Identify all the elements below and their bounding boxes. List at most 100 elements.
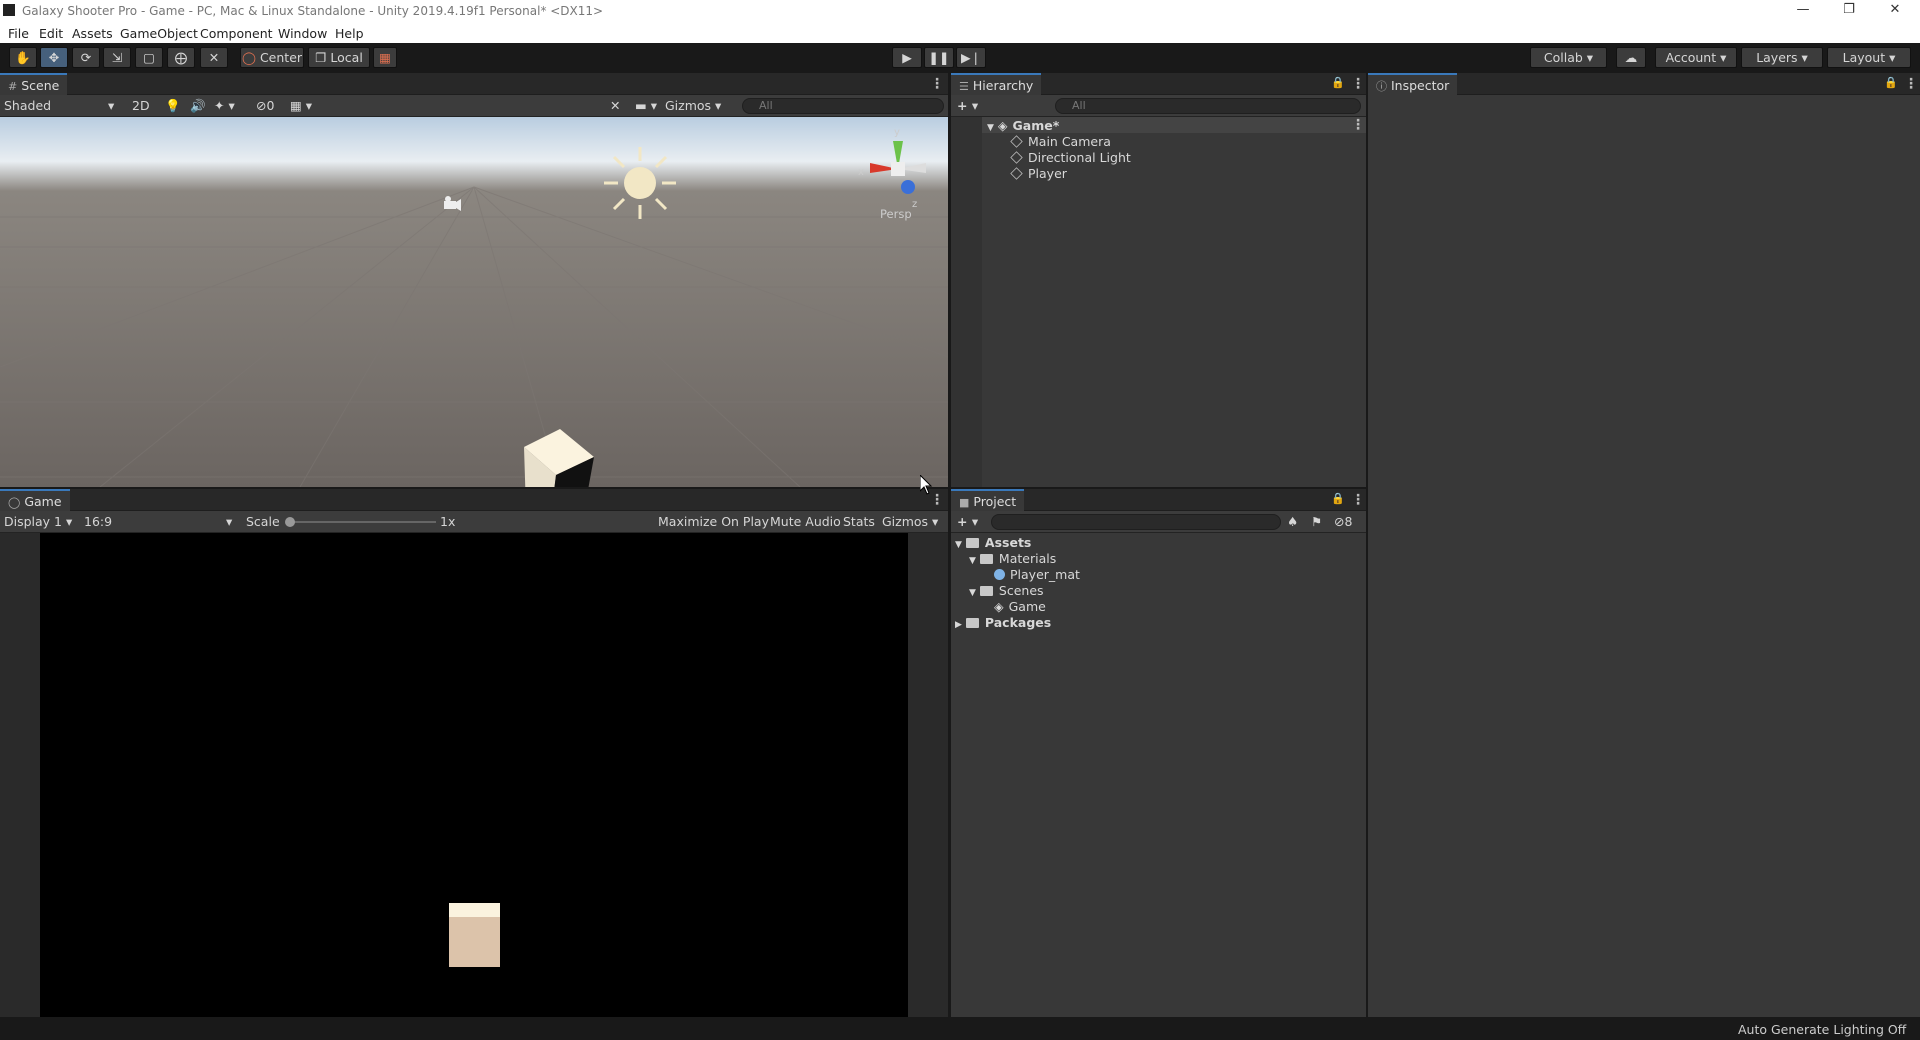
project-tab-bar: ■ Project 🔒 ⋮	[951, 489, 1366, 511]
menu-edit[interactable]: Edit	[39, 26, 63, 41]
expand-arrow-icon[interactable]: ▼	[987, 123, 994, 133]
cloud-button[interactable]: ☁	[1616, 47, 1646, 68]
effects-dropdown-icon[interactable]: ✦ ▾	[214, 98, 235, 113]
lighting-toggle-icon[interactable]: 💡	[165, 98, 181, 114]
layers-label: Layers	[1756, 50, 1798, 65]
menu-window[interactable]: Window	[278, 26, 327, 41]
aspect-dropdown[interactable]: 16:9 ▾	[84, 514, 234, 529]
hierarchy-search-input[interactable]: All	[1055, 98, 1361, 114]
project-item-game-scene[interactable]: ◈ Game	[994, 599, 1046, 614]
expand-arrow-icon[interactable]: ▼	[969, 556, 976, 566]
pause-button[interactable]: ❚❚	[924, 47, 954, 68]
pivot-center-button[interactable]: ◯ Center	[240, 47, 304, 68]
menu-help[interactable]: Help	[335, 26, 364, 41]
search-by-type-icon[interactable]: ♠	[1287, 514, 1298, 529]
scale-slider[interactable]	[285, 517, 436, 527]
project-search-input[interactable]	[991, 514, 1281, 530]
tools-icon[interactable]: ✕	[610, 98, 620, 113]
expand-arrow-icon[interactable]: ▼	[969, 588, 976, 598]
scene-menu-icon[interactable]: ⋮	[930, 76, 944, 92]
hierarchy-root[interactable]: ▼ ◈ Game*	[987, 118, 1059, 133]
stats-toggle[interactable]: Stats	[843, 514, 875, 529]
game-gizmos-dropdown[interactable]: Gizmos ▾	[882, 514, 938, 529]
project-add-button[interactable]: + ▾	[957, 514, 978, 529]
gameobject-icon	[1010, 151, 1023, 164]
restore-icon[interactable]: ❐	[1826, 2, 1872, 17]
hierarchy-item-player[interactable]: Player	[1010, 166, 1067, 181]
space-local-button[interactable]: ❐ Local	[308, 47, 370, 68]
hierarchy-root-menu-icon[interactable]: ⋮	[1351, 117, 1365, 133]
hierarchy-item-main-camera[interactable]: Main Camera	[1010, 134, 1111, 149]
play-button[interactable]: ▶	[892, 47, 922, 68]
layers-dropdown[interactable]: Layers ▾	[1741, 47, 1823, 68]
rotate-tool-icon[interactable]: ⟳	[72, 47, 100, 68]
hand-tool-icon[interactable]: ✋	[9, 47, 37, 68]
mute-audio-toggle[interactable]: Mute Audio	[770, 514, 841, 529]
menu-component[interactable]: Component	[200, 26, 273, 41]
search-by-label-icon[interactable]: ⚑	[1311, 514, 1322, 529]
scale-tool-icon[interactable]: ⇲	[103, 47, 131, 68]
hierarchy-add-button[interactable]: + ▾	[957, 98, 978, 113]
persp-label[interactable]: Persp	[880, 207, 912, 221]
snap-grid-icon[interactable]: ▦	[373, 47, 397, 68]
expand-arrow-icon[interactable]: ▼	[955, 540, 962, 550]
layout-dropdown[interactable]: Layout ▾	[1827, 47, 1911, 68]
cloud-icon: ☁	[1624, 50, 1638, 65]
tab-hierarchy[interactable]: ☰ Hierarchy	[951, 73, 1042, 95]
hierarchy-list-icon: ☰	[959, 80, 969, 93]
scale-slider-thumb[interactable]	[285, 517, 295, 527]
lighting-status[interactable]: Auto Generate Lighting Off	[1738, 1022, 1906, 1037]
hidden-packages-toggle[interactable]: ⊘8	[1334, 514, 1352, 529]
collapse-arrow-icon[interactable]: ▶	[955, 620, 962, 630]
mode-2d-toggle[interactable]: 2D	[132, 98, 150, 113]
maximize-on-play-toggle[interactable]: Maximize On Play	[658, 514, 769, 529]
material-sphere-icon	[994, 569, 1005, 580]
tab-inspector[interactable]: ⓘ Inspector	[1368, 73, 1458, 95]
collab-dropdown[interactable]: Collab ▾	[1530, 47, 1607, 68]
hierarchy-lock-icon[interactable]: 🔒	[1331, 76, 1345, 89]
space-label: Local	[330, 50, 363, 65]
custom-tool-icon[interactable]: ✕	[200, 47, 228, 68]
display-dropdown[interactable]: Display 1 ▾	[4, 514, 72, 529]
directional-light-icon[interactable]	[604, 147, 676, 219]
hidden-objects-toggle[interactable]: ⊘0	[256, 98, 274, 113]
menu-bar: File Edit Assets GameObject Component Wi…	[0, 23, 1920, 43]
project-menu-icon[interactable]: ⋮	[1351, 492, 1365, 508]
scene-viewport[interactable]: x y z Persp	[0, 117, 948, 487]
grid-dropdown-icon[interactable]: ▦ ▾	[290, 98, 312, 113]
camera-dropdown-icon[interactable]: ▬ ▾	[635, 98, 657, 113]
project-folder-scenes[interactable]: ▼ Scenes	[969, 583, 1044, 598]
hierarchy-item-directional-light[interactable]: Directional Light	[1010, 150, 1131, 165]
tab-game[interactable]: ◯ Game	[0, 489, 70, 511]
project-item-player-mat[interactable]: Player_mat	[994, 567, 1080, 582]
transform-tool-icon[interactable]: ⨁	[167, 47, 195, 68]
game-tab-bar: ◯ Game ⋮	[0, 489, 948, 511]
menu-file[interactable]: File	[8, 26, 29, 41]
folder-icon	[965, 618, 979, 628]
tab-project[interactable]: ■ Project	[951, 489, 1025, 511]
project-folder-packages[interactable]: ▶ Packages	[955, 615, 1051, 630]
inspector-lock-icon[interactable]: 🔒	[1884, 76, 1898, 89]
close-icon[interactable]: ✕	[1872, 2, 1918, 17]
inspector-menu-icon[interactable]: ⋮	[1904, 76, 1918, 92]
scene-search-input[interactable]: All	[742, 98, 944, 114]
project-folder-materials[interactable]: ▼ Materials	[969, 551, 1056, 566]
tab-scene[interactable]: # Scene	[0, 73, 68, 95]
menu-gameobject[interactable]: GameObject	[120, 26, 198, 41]
shading-dropdown[interactable]: Shaded ▾	[4, 98, 116, 113]
rect-tool-icon[interactable]: ▢	[135, 47, 163, 68]
scene-tab-label: Scene	[21, 78, 60, 93]
scene-gizmos-dropdown[interactable]: Gizmos ▾	[665, 98, 721, 113]
game-gizmos-label: Gizmos	[882, 514, 929, 529]
minimize-icon[interactable]: —	[1780, 2, 1826, 17]
project-lock-icon[interactable]: 🔒	[1331, 492, 1345, 505]
game-viewport[interactable]	[40, 533, 908, 1017]
move-tool-icon[interactable]: ✥	[40, 47, 68, 68]
project-folder-assets[interactable]: ▼ Assets	[955, 535, 1031, 550]
mouse-cursor-icon	[920, 475, 933, 495]
audio-toggle-icon[interactable]: 🔊	[190, 98, 206, 114]
account-dropdown[interactable]: Account ▾	[1655, 47, 1737, 68]
hierarchy-menu-icon[interactable]: ⋮	[1351, 76, 1365, 92]
menu-assets[interactable]: Assets	[72, 26, 113, 41]
step-button[interactable]: ▶❘	[956, 47, 986, 68]
